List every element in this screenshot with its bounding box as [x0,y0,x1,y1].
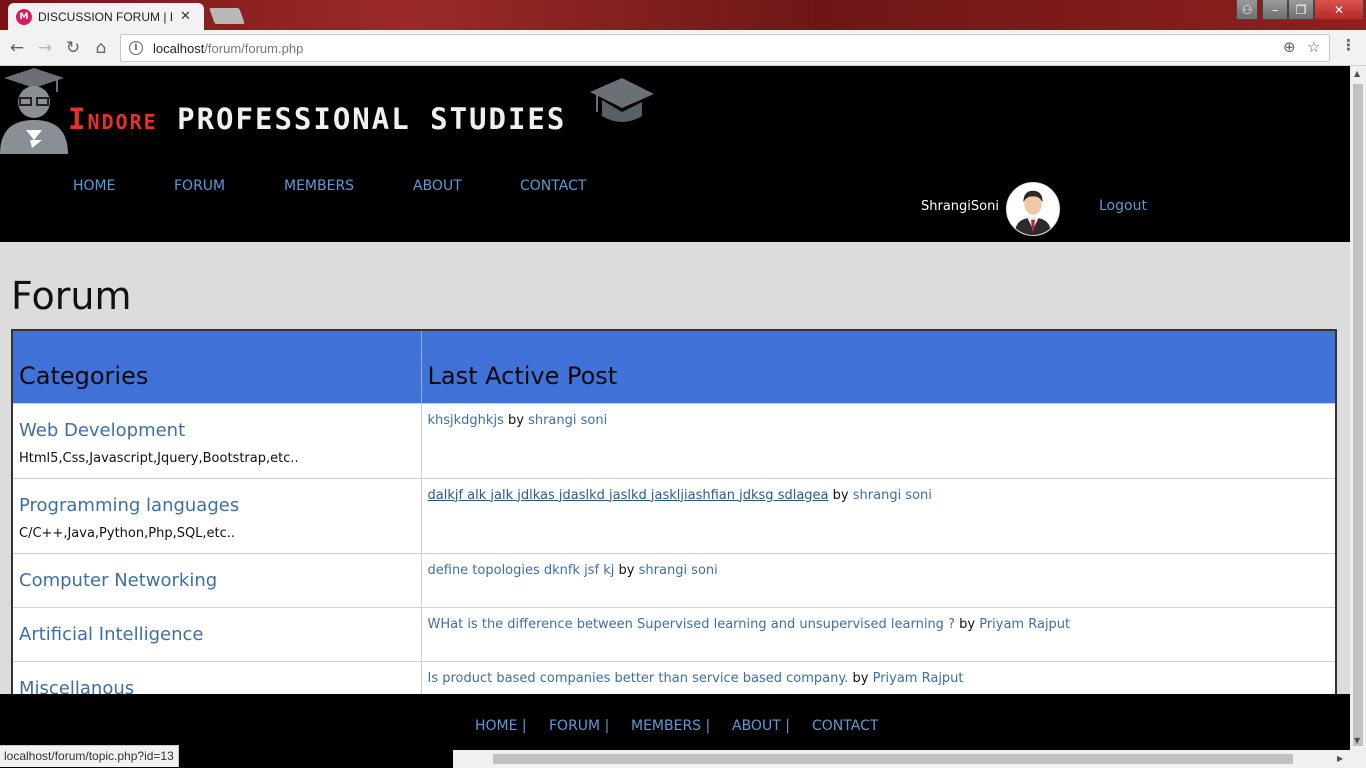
home-icon[interactable]: ⌂ [90,37,112,59]
table-row: Programming languages C/C++,Java,Python,… [12,477,1336,553]
categories-header: Categories [12,330,422,403]
nav-about-link[interactable]: ABOUT [413,178,462,194]
post-link[interactable]: khsjkdghkjs [428,413,504,428]
username-label: ShrangiSoni [921,199,999,214]
category-cell: Computer Networking [12,552,422,607]
logout-link[interactable]: Logout [1099,198,1147,214]
back-arrow-icon[interactable]: ← [6,37,28,59]
scroll-up-icon[interactable]: ▲ [1354,69,1360,78]
site-header: Indore PROFESSIONAL STUDIES HOME FORUM M… [0,66,1350,242]
horizontal-scroll-thumb[interactable] [493,754,1293,764]
info-icon[interactable]: i [129,41,143,55]
last-post-line: WHat is the difference between Supervise… [428,617,1330,632]
browser-tab[interactable]: M DISCUSSION FORUM | IN ✕ [8,3,204,30]
by-label: by [852,670,869,686]
last-active-post-header: Last Active Post [421,330,1336,403]
user-profile-icon[interactable]: ⚇ [1236,0,1258,20]
address-bar[interactable]: i localhost/forum/forum.php ⊕ ☆ [120,34,1330,62]
author-link[interactable]: shrangi soni [528,413,607,428]
maximize-icon[interactable]: ❐ [1288,0,1314,20]
table-row: Computer Networking define topologies dk… [12,552,1336,607]
post-link[interactable]: dalkjf alk jalk jdlkas jdaslkd jaslkd ja… [428,488,829,503]
author-link[interactable]: Priyam Rajput [873,671,964,686]
last-post-cell: khsjkdghkjs by shrangi soni [421,402,1336,478]
category-link[interactable]: Computer Networking [19,570,415,591]
author-link[interactable]: shrangi soni [853,488,932,503]
post-link[interactable]: WHat is the difference between Supervise… [428,617,955,632]
category-cell: Programming languages C/C++,Java,Python,… [12,477,422,553]
forum-table: Categories Last Active Post Web Developm… [11,329,1337,716]
last-post-line: define topologies dknfk jsf kj by shrang… [428,563,1330,578]
category-link[interactable]: Programming languages [19,495,415,516]
new-tab-button[interactable] [209,8,245,24]
category-cell: Artificial Intelligence [12,606,422,661]
footer-about-link[interactable]: ABOUT | [732,718,790,734]
nav-members-link[interactable]: MEMBERS [284,178,354,194]
author-link[interactable]: shrangi soni [639,563,718,578]
nav-home-link[interactable]: HOME [73,178,115,194]
category-description: C/C++,Java,Python,Php,SQL,etc.. [19,525,236,541]
last-post-line: Is product based companies better than s… [428,671,1330,686]
post-link[interactable]: Is product based companies better than s… [428,671,849,686]
vertical-scroll-thumb[interactable] [1353,84,1363,746]
table-row: Artificial Intelligence WHat is the diff… [12,606,1336,661]
url-text: localhost/forum/forum.php [153,40,304,56]
reload-icon[interactable]: ↻ [62,37,84,59]
vertical-scrollbar[interactable]: ▲ ▼ [1350,66,1366,768]
post-link[interactable]: define topologies dknfk jsf kj [428,563,615,578]
scroll-down-icon[interactable]: ▼ [1354,736,1360,745]
minimize-icon[interactable]: – [1262,0,1288,20]
bookmark-star-icon[interactable]: ☆ [1307,38,1320,56]
nav-forum-link[interactable]: FORUM [174,178,225,194]
category-link[interactable]: Artificial Intelligence [19,624,415,645]
tab-title: DISCUSSION FORUM | IN [38,9,174,24]
page-viewport: Indore PROFESSIONAL STUDIES HOME FORUM M… [0,66,1350,768]
zoom-icon[interactable]: ⊕ [1283,38,1296,56]
scroll-right-icon[interactable]: ▶ [1337,754,1343,763]
status-bar: localhost/forum/topic.php?id=13 [0,745,179,767]
author-link[interactable]: Priyam Rajput [979,617,1070,632]
site-logo-text: Indore PROFESSIONAL STUDIES [68,102,567,136]
browser-menu-icon[interactable]: ⋮ [1341,36,1356,54]
by-label: by [507,412,524,428]
footer-forum-link[interactable]: FORUM | [549,718,609,734]
category-description: Html5,Css,Javascript,Jquery,Bootstrap,et… [19,450,299,466]
footer-members-link[interactable]: MEMBERS | [631,718,710,734]
avatar[interactable] [1006,182,1060,236]
table-row: Web Development Html5,Css,Javascript,Jqu… [12,402,1336,478]
last-post-line: khsjkdghkjs by shrangi soni [428,413,1330,428]
by-label: by [618,562,635,578]
forum-favicon-icon: M [16,8,32,25]
last-post-line: dalkjf alk jalk jdlkas jdaslkd jaslkd ja… [428,488,1330,503]
horizontal-scrollbar[interactable]: ▶ [453,750,1350,768]
by-label: by [832,487,849,503]
last-post-cell: define topologies dknfk jsf kj by shrang… [421,552,1336,607]
browser-toolbar: ← → ↻ ⌂ i localhost/forum/forum.php ⊕ ☆ … [0,30,1366,66]
page-title: Forum [11,274,132,318]
browser-titlebar: M DISCUSSION FORUM | IN ✕ ⚇ – ❐ ✕ [0,0,1366,30]
forward-arrow-icon[interactable]: → [34,37,56,59]
graduation-cap-icon [590,78,654,122]
table-header-row: Categories Last Active Post [12,330,1336,403]
by-label: by [959,616,976,632]
footer-contact-link[interactable]: CONTACT [812,718,878,734]
tab-close-icon[interactable]: ✕ [180,9,191,24]
student-logo-icon [0,68,68,154]
last-post-cell: dalkjf alk jalk jdlkas jdaslkd jaslkd ja… [421,477,1336,553]
category-cell: Web Development Html5,Css,Javascript,Jqu… [12,402,422,478]
close-window-icon[interactable]: ✕ [1314,0,1364,20]
nav-contact-link[interactable]: CONTACT [520,178,586,194]
footer-home-link[interactable]: HOME | [475,718,527,734]
category-link[interactable]: Web Development [19,420,415,441]
last-post-cell: WHat is the difference between Supervise… [421,606,1336,661]
